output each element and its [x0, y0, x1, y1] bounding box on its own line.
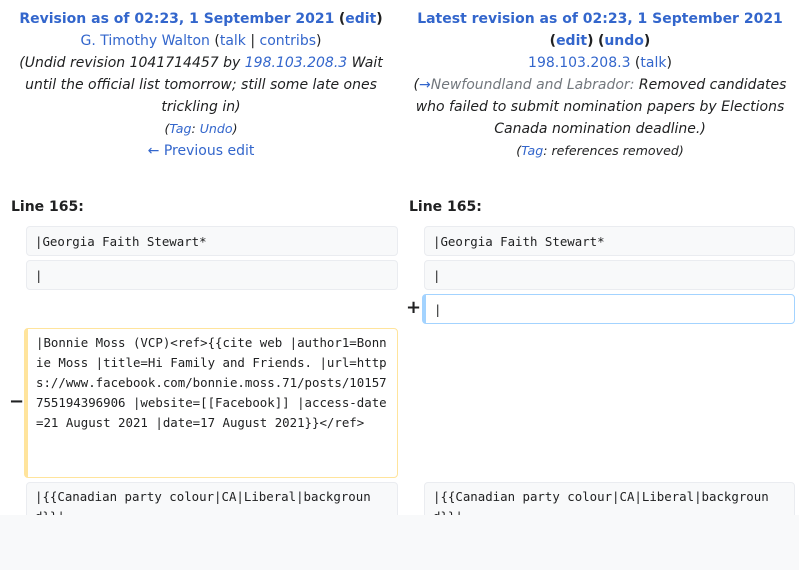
diff-removed-marker: − — [9, 391, 25, 412]
diff-added-marker: + — [406, 297, 422, 318]
right-talk-link[interactable]: talk — [640, 55, 666, 71]
left-tag-link[interactable]: Tag — [169, 121, 191, 136]
left-tag-value[interactable]: Undo — [200, 121, 233, 136]
previous-edit-link[interactable]: ← Previous edit — [148, 143, 255, 159]
right-summary-arrow-link[interactable]: → — [419, 77, 431, 93]
left-edit-summary: (Undid revision 1041714457 by 198.103.20… — [19, 55, 383, 115]
left-contribs-link[interactable]: contribs — [260, 33, 316, 49]
right-edit-link[interactable]: edit — [556, 33, 587, 49]
right-undo-link[interactable]: undo — [604, 33, 644, 49]
right-tag-link[interactable]: Tag — [521, 143, 543, 158]
diff-removed-line: |Bonnie Moss (VCP)<ref>{{cite web |autho… — [24, 328, 398, 478]
right-revision-title[interactable]: Latest revision as of 02:23, 1 September… — [417, 11, 783, 27]
diff-context-right-1: |Georgia Faith Stewart* — [424, 226, 795, 256]
right-edit-summary: (→Newfoundland and Labrador: Removed can… — [413, 77, 787, 137]
diff-context-left-2: | — [26, 260, 398, 290]
right-revision-header: Latest revision as of 02:23, 1 September… — [406, 8, 794, 162]
right-tags: (Tag: references removed) — [516, 143, 684, 158]
diff-context-left-1: |Georgia Faith Stewart* — [26, 226, 398, 256]
left-user-link[interactable]: G. Timothy Walton — [81, 33, 210, 49]
diff-context-right-2: | — [424, 260, 795, 290]
right-user-link[interactable]: 198.103.208.3 — [528, 55, 630, 71]
bottom-bar — [0, 515, 799, 570]
diff-added-line: | — [422, 294, 795, 324]
left-tags: (Tag: Undo) — [164, 121, 238, 136]
left-talk-link[interactable]: talk — [220, 33, 246, 49]
left-summary-prefix: Undid revision 1041714457 by — [24, 55, 241, 71]
right-summary-section: Newfoundland and Labrador — [430, 77, 630, 93]
left-edit-link[interactable]: edit — [345, 11, 376, 27]
left-summary-user-link[interactable]: 198.103.208.3 — [245, 55, 347, 71]
left-revision-header: Revision as of 02:23, 1 September 2021 (… — [10, 8, 392, 162]
left-revision-title[interactable]: Revision as of 02:23, 1 September 2021 — [19, 11, 334, 27]
left-line-number: Line 165: — [11, 199, 84, 215]
right-line-number: Line 165: — [409, 199, 482, 215]
right-tag-value: references removed — [551, 143, 679, 158]
